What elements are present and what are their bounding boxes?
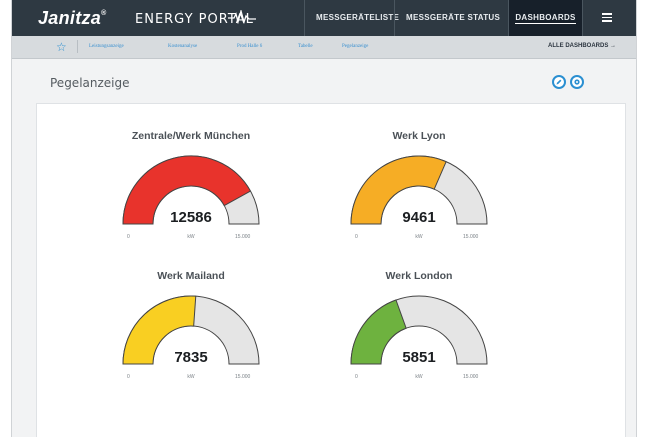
gauge-dial (122, 155, 260, 225)
brand-logo[interactable]: Janitza® (38, 8, 107, 29)
gauge-widget[interactable]: Werk Lyon 9461 0 kW 15.000 (319, 130, 519, 270)
gauge-max-label: 15.000 (235, 234, 251, 240)
gauge-value: 5851 (402, 349, 436, 366)
top-navigation-bar: Janitza® ENERGY PORTAL MESSGERÄTELISTE M… (12, 0, 636, 36)
pencil-icon (556, 79, 562, 85)
gauge-unit-label: kW (187, 374, 195, 380)
all-dashboards-link[interactable]: ALLE DASHBOARDS → (548, 43, 616, 49)
gauge-dial (122, 295, 260, 365)
tab-prod-halle-6[interactable]: Prod Halle 6 (237, 44, 262, 49)
gauge-max-label: 15.000 (463, 374, 479, 380)
gauge-unit-label: kW (187, 234, 195, 240)
gauge-unit-label: kW (415, 234, 423, 240)
settings-icon (574, 79, 580, 85)
gauge-title: Werk Lyon (392, 130, 446, 142)
nav-item-dashboards[interactable]: DASHBOARDS (509, 0, 582, 36)
gauge-title: Zentrale/Werk München (131, 130, 251, 142)
gauge-dial (350, 295, 488, 365)
pulse-icon (228, 10, 256, 24)
subnav-divider (77, 40, 78, 53)
gauge-unit-label: kW (415, 374, 423, 380)
nav-divider (582, 0, 583, 36)
tab-pegelanzeige[interactable]: Pegelanzeige (342, 44, 368, 49)
gauge-value: 7835 (174, 349, 208, 366)
gauge-max-label: 15.000 (463, 234, 479, 240)
nav-divider (304, 0, 305, 36)
settings-button[interactable] (570, 75, 584, 89)
star-icon[interactable]: ☆ (56, 40, 67, 54)
tab-leistungsanzeige[interactable]: Leistungsanzeige (89, 44, 124, 49)
gauge-value: 9461 (402, 209, 436, 226)
gauge-title: Werk Mailand (157, 270, 225, 282)
gauge-value: 12586 (170, 209, 212, 226)
edit-button[interactable] (552, 75, 566, 89)
tab-tabelle[interactable]: Tabelle (298, 44, 313, 49)
gauge-dial (350, 155, 488, 225)
nav-item-messgeraeteliste[interactable]: MESSGERÄTELISTE (316, 0, 399, 36)
hamburger-icon[interactable] (602, 13, 612, 22)
gauge-widget[interactable]: Werk Mailand 7835 0 kW 15.000 (91, 270, 291, 410)
page-title: Pegelanzeige (50, 76, 130, 90)
tab-kostenanalyse[interactable]: Kostenanalyse (168, 44, 197, 49)
gauge-title: Werk London (385, 270, 453, 282)
gauges-panel: Zentrale/Werk München 12586 0 kW 15.000 Werk … (36, 103, 626, 437)
nav-divider (394, 0, 395, 36)
gauge-max-label: 15.000 (235, 374, 251, 380)
gauge-widget[interactable]: Zentrale/Werk München 12586 0 kW 15.000 (91, 130, 291, 270)
app-window: Janitza® ENERGY PORTAL MESSGERÄTELISTE M… (11, 0, 637, 437)
gauge-widget[interactable]: Werk London 5851 0 kW 15.000 (319, 270, 519, 410)
nav-item-messgeraete-status[interactable]: MESSGERÄTE STATUS (406, 0, 500, 36)
